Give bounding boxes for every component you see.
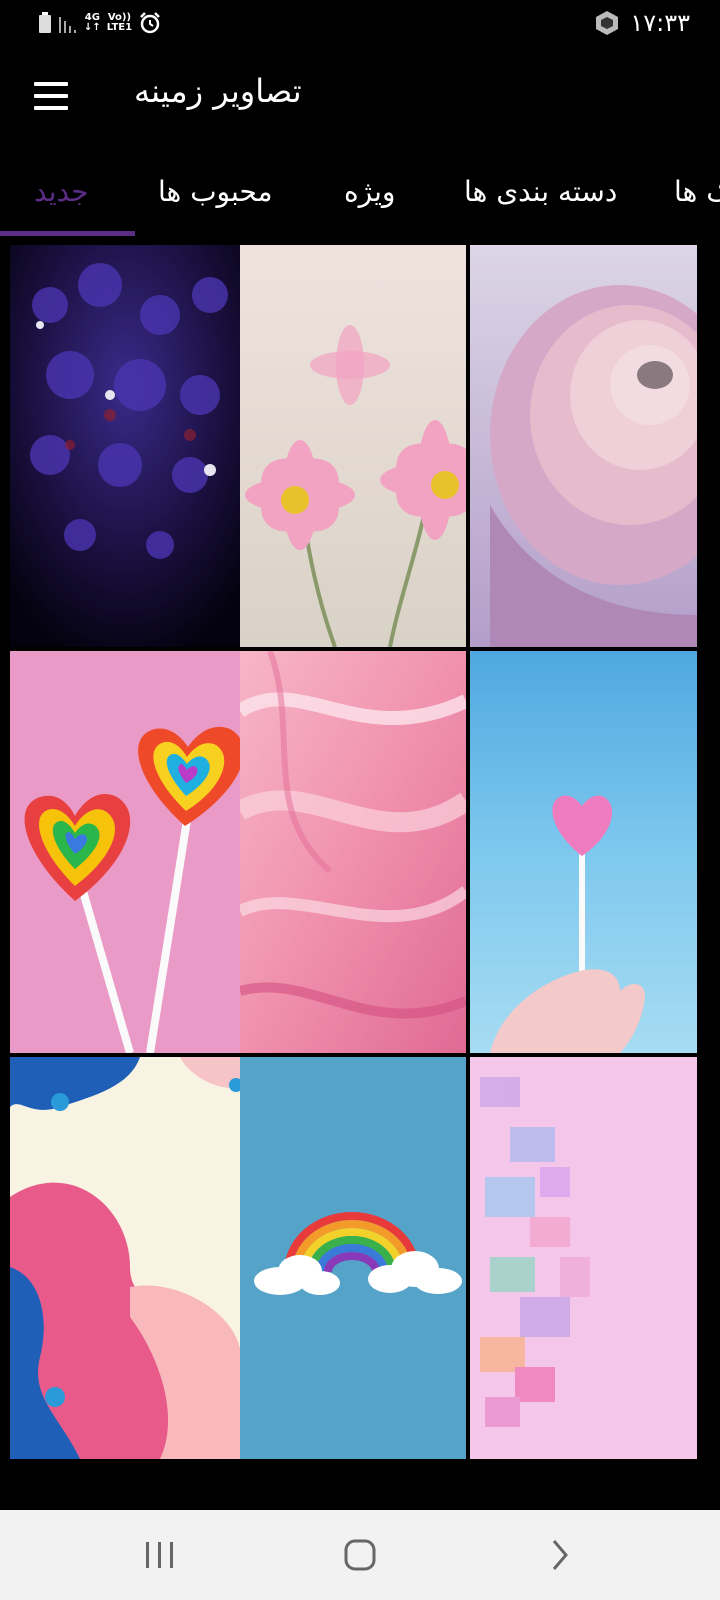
menu-line	[34, 82, 68, 86]
app-title: تصاویر زمینه	[134, 72, 302, 110]
tab-popular[interactable]: محبوب ها	[158, 175, 273, 208]
tab-featured[interactable]: ویژه	[344, 175, 395, 208]
rainbow-clouds-wallpaper[interactable]	[240, 1057, 466, 1459]
status-icons-left: 4G ↓↑ Vo)) LTE1	[38, 8, 162, 38]
watercolor-wallpaper[interactable]	[470, 1057, 697, 1459]
volte-indicator: Vo)) LTE1	[107, 13, 132, 33]
status-time: ۱۷:۳۳	[630, 9, 690, 37]
status-bar: 4G ↓↑ Vo)) LTE1 ۱۷:۳۳	[0, 0, 720, 48]
wallpaper-grid	[0, 239, 720, 1509]
tab-categories[interactable]: دسته بندی ها	[464, 175, 617, 208]
navigation-bar	[0, 1510, 720, 1600]
lte-label: LTE1	[106, 22, 133, 33]
purple-flowers-wallpaper[interactable]	[10, 245, 241, 647]
tab-new[interactable]: جدید	[34, 175, 89, 208]
vpn-icon	[596, 11, 619, 35]
network-indicator: 4G ↓↑	[84, 13, 101, 33]
abstract-shapes-wallpaper[interactable]	[10, 1057, 241, 1459]
menu-line	[34, 94, 68, 98]
pink-daisies-wallpaper[interactable]	[240, 245, 466, 647]
network-arrows-icon: ↓↑	[84, 22, 101, 33]
home-icon[interactable]	[305, 1510, 415, 1600]
app-bar: تصاویر زمینه	[0, 48, 720, 148]
tab-bar: جدید محبوب ها ویژه دسته بندی ها ک ها	[0, 155, 720, 239]
heart-lollipops-wallpaper[interactable]	[10, 651, 241, 1053]
menu-line	[34, 106, 68, 110]
tab-partial[interactable]: ک ها	[674, 175, 720, 208]
battery-icon	[39, 12, 51, 33]
pink-heart-lollipop-wallpaper[interactable]	[470, 651, 697, 1053]
back-icon[interactable]	[505, 1510, 615, 1600]
alarm-icon	[140, 12, 160, 34]
pink-rose-wallpaper[interactable]	[470, 245, 697, 647]
signal-icon	[59, 17, 76, 33]
hamburger-menu-icon[interactable]	[30, 78, 70, 114]
pink-marble-wallpaper[interactable]	[240, 651, 466, 1053]
tab-indicator	[0, 231, 135, 236]
recent-apps-icon[interactable]	[105, 1510, 215, 1600]
status-icons-right: ۱۷:۳۳	[594, 6, 690, 40]
